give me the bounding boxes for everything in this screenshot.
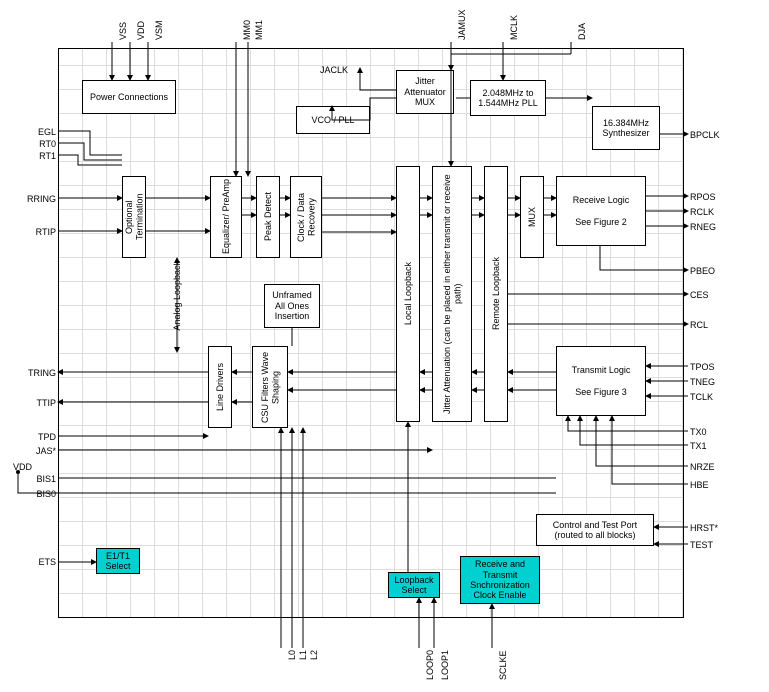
pin-vdd-t: VDD [136, 21, 146, 40]
block-mux-label: MUX [527, 207, 537, 227]
block-peak-det-label: Peak Detect [263, 192, 273, 241]
block-tx-see: See Figure 3 [575, 387, 627, 397]
pin-rring: RRING [8, 194, 56, 204]
block-rx-logic-label: Receive Logic [573, 195, 630, 205]
pin-l0: L0 [287, 650, 297, 660]
block-ja: Jitter Attenuation (can be placed in eit… [432, 166, 472, 422]
pin-hrst: HRST* [690, 523, 718, 533]
pin-egl: EGL [22, 127, 56, 137]
pin-loop1: LOOP1 [440, 650, 450, 680]
block-local-lb-label: Local Loopback [403, 262, 413, 325]
pin-l2: L2 [309, 650, 319, 660]
block-tx-logic: Transmit Logic See Figure 3 [556, 346, 646, 416]
pin-pbeo: PBEO [690, 266, 715, 276]
block-ctrl-test: Control and Test Port (routed to all blo… [536, 514, 654, 546]
pin-tring: TRING [8, 368, 56, 378]
pin-rt1: RT1 [22, 151, 56, 161]
block-cdr: Clock / Data Recovery [290, 176, 322, 258]
pin-hbe: HBE [690, 480, 709, 490]
block-opt-term: Optional Termination [122, 176, 146, 258]
pin-l1: L1 [298, 650, 308, 660]
block-tx-logic-label: Transmit Logic [572, 365, 631, 375]
pin-tx0: TX0 [690, 427, 707, 437]
block-ja-label: Jitter Attenuation (can be placed in eit… [442, 169, 463, 419]
pin-bis1: BIS1 [22, 474, 56, 484]
pin-vss: VSS [118, 22, 128, 40]
pin-loop0: LOOP0 [425, 650, 435, 680]
pin-mm0: MM0 [242, 20, 252, 40]
label-jaclk: JACLK [320, 65, 348, 75]
pin-rt0: RT0 [22, 139, 56, 149]
block-rx-logic: Receive Logic See Figure 2 [556, 176, 646, 246]
pin-test: TEST [690, 540, 713, 550]
pin-tpd: TPD [22, 432, 56, 442]
block-power: Power Connections [82, 80, 176, 114]
block-lb-sel: Loopback Select [388, 572, 440, 598]
block-peak-det: Peak Detect [256, 176, 280, 258]
pin-ces: CES [690, 290, 709, 300]
block-eq-preamp-label: Equalizer/ PreAmp [221, 179, 231, 254]
pin-sclke: SCLKE [498, 650, 508, 680]
block-eq-preamp: Equalizer/ PreAmp [210, 176, 242, 258]
block-mux: MUX [520, 176, 544, 258]
block-analog-lb-label: Analog Loopback [172, 261, 182, 331]
pin-vsm: VSM [154, 20, 164, 40]
block-csu-label: CSU Filters Wave Shaping [260, 349, 281, 425]
pin-mclk: MCLK [509, 15, 519, 40]
block-local-lb: Local Loopback [396, 166, 420, 422]
block-cdr-label: Clock / Data Recovery [296, 179, 317, 255]
block-rx-see: See Figure 2 [575, 217, 627, 227]
pin-jamux: JAMUX [457, 9, 467, 40]
block-line-drv: Line Drivers [208, 346, 232, 428]
block-analog-lb: Analog Loopback [165, 176, 189, 416]
block-remote-lb: Remote Loopback [484, 166, 508, 422]
block-opt-term-label: Optional Termination [124, 179, 145, 255]
pin-rpos: RPOS [690, 192, 716, 202]
block-rx-tx-clk: Receive and Transmit Snchronization Cloc… [460, 556, 540, 604]
block-unframed: Unframed All Ones Insertion [264, 284, 320, 328]
pin-tclk: TCLK [690, 392, 713, 402]
pin-ttip: TTIP [8, 398, 56, 408]
pin-rtip: RTIP [8, 227, 56, 237]
pin-bis0: BIS0 [22, 489, 56, 499]
block-remote-lb-label: Remote Loopback [491, 257, 501, 330]
pin-ets: ETS [22, 557, 56, 567]
pin-tneg: TNEG [690, 377, 715, 387]
pin-vdd-l: VDD [2, 462, 32, 472]
pin-rcl: RCL [690, 320, 708, 330]
pin-mm1: MM1 [254, 20, 264, 40]
pin-tpos: TPOS [690, 362, 715, 372]
block-csu: CSU Filters Wave Shaping [252, 346, 288, 428]
block-synth: 16.384MHz Synthesizer [592, 106, 660, 150]
pin-bpclk: BPCLK [690, 130, 720, 140]
diagram-canvas: VSS VDD VSM MM0 MM1 JAMUX MCLK DJA EGL R… [0, 0, 769, 692]
block-line-drv-label: Line Drivers [215, 363, 225, 411]
block-e1t1-sel: E1/T1 Select [96, 548, 140, 574]
pin-dja: DJA [577, 23, 587, 40]
block-vco-pll: VCO / PLL [296, 106, 370, 134]
block-ja-mux: Jitter Attenuator MUX [396, 70, 454, 114]
pin-rneg: RNEG [690, 222, 716, 232]
pin-jas: JAS* [22, 446, 56, 456]
pin-tx1: TX1 [690, 441, 707, 451]
pin-rclk: RCLK [690, 207, 714, 217]
block-pll: 2.048MHz to 1.544MHz PLL [470, 80, 546, 116]
pin-nrze: NRZE [690, 462, 715, 472]
